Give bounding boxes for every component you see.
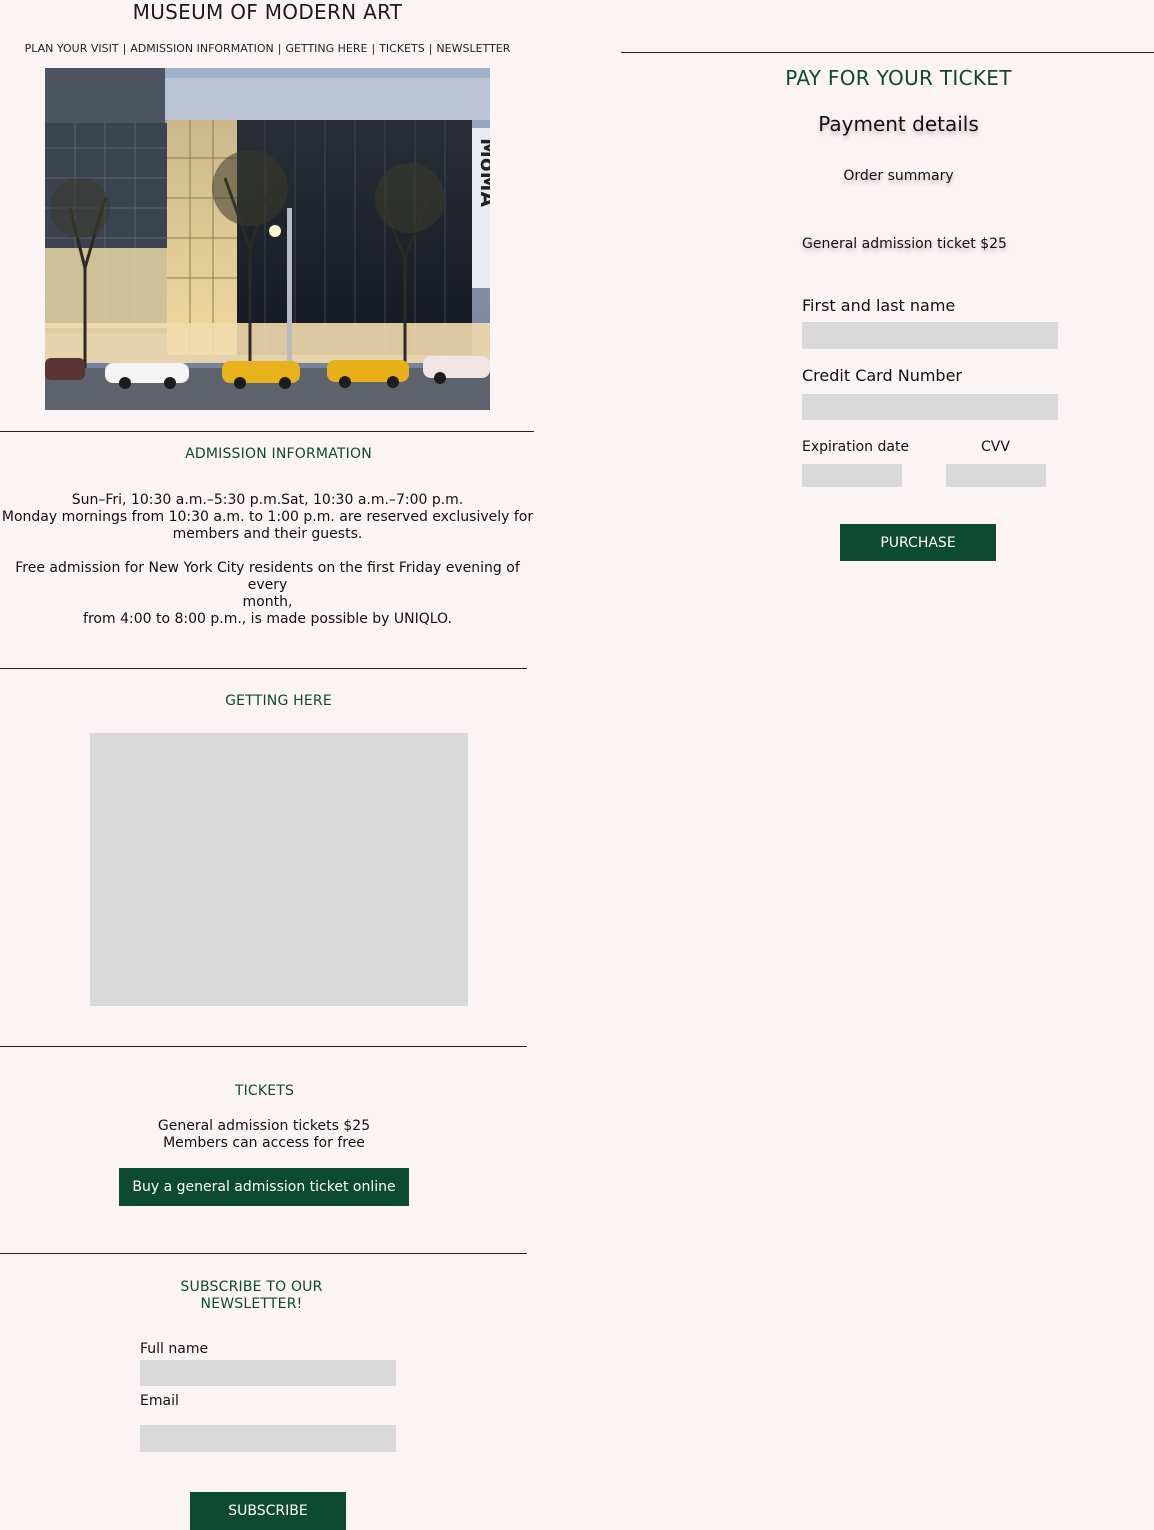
expiration-date-input[interactable] — [802, 464, 902, 487]
nav-tickets[interactable]: TICKETS — [379, 42, 425, 55]
buy-ticket-button[interactable]: Buy a general admission ticket online — [119, 1168, 409, 1206]
nav-plan-your-visit[interactable]: PLAN YOUR VISIT — [25, 42, 119, 55]
section-divider — [0, 1046, 527, 1047]
museum-facade-photo: MoMA — [45, 68, 490, 410]
payment-details-heading: Payment details — [818, 112, 979, 136]
main-nav: PLAN YOUR VISIT | ADMISSION INFORMATION | GE… — [24, 42, 511, 55]
newsletter-heading: SUBSCRIBE TO OUR NEWSLETTER! — [180, 1279, 323, 1312]
card-number-label: Credit Card Number — [802, 366, 962, 385]
section-divider — [0, 431, 534, 432]
map-placeholder[interactable] — [90, 733, 468, 1006]
tickets-info: General admission tickets $25 Members ca… — [157, 1118, 371, 1151]
admission-heading: ADMISSION INFORMATION — [185, 446, 372, 462]
payment-heading: PAY FOR YOUR TICKET — [785, 66, 1012, 90]
email-label: Email — [140, 1393, 179, 1409]
email-input[interactable] — [140, 1425, 396, 1452]
full-name-label: Full name — [140, 1341, 209, 1357]
admission-hours: Sun–Fri, 10:30 a.m.–5:30 p.m.Sat, 10:30 … — [1, 492, 534, 542]
full-name-input[interactable] — [140, 1360, 396, 1386]
section-divider — [621, 52, 1154, 53]
cvv-label: CVV — [981, 439, 1010, 455]
subscribe-button[interactable]: SUBSCRIBE — [190, 1492, 346, 1530]
nav-newsletter[interactable]: NEWSLETTER — [436, 42, 510, 55]
moma-sign: MoMA — [476, 138, 490, 208]
order-item: General admission ticket $25 — [802, 236, 1007, 252]
order-summary-label: Order summary — [843, 168, 954, 184]
purchase-button[interactable]: PURCHASE — [840, 524, 996, 561]
nav-admission-information[interactable]: ADMISSION INFORMATION — [130, 42, 273, 55]
name-label: First and last name — [802, 296, 956, 315]
card-number-input[interactable] — [802, 394, 1058, 420]
site-title: MUSEUM OF MODERN ART — [132, 0, 403, 24]
name-input[interactable] — [802, 322, 1058, 349]
cvv-input[interactable] — [946, 464, 1046, 487]
tickets-heading: TICKETS — [234, 1083, 295, 1099]
getting-here-heading: GETTING HERE — [225, 693, 332, 709]
section-divider — [0, 1253, 527, 1254]
expiration-date-label: Expiration date — [802, 439, 910, 455]
section-divider — [0, 668, 527, 669]
free-admission-note: Free admission for New York City residen… — [15, 560, 520, 627]
nav-getting-here[interactable]: GETTING HERE — [285, 42, 367, 55]
